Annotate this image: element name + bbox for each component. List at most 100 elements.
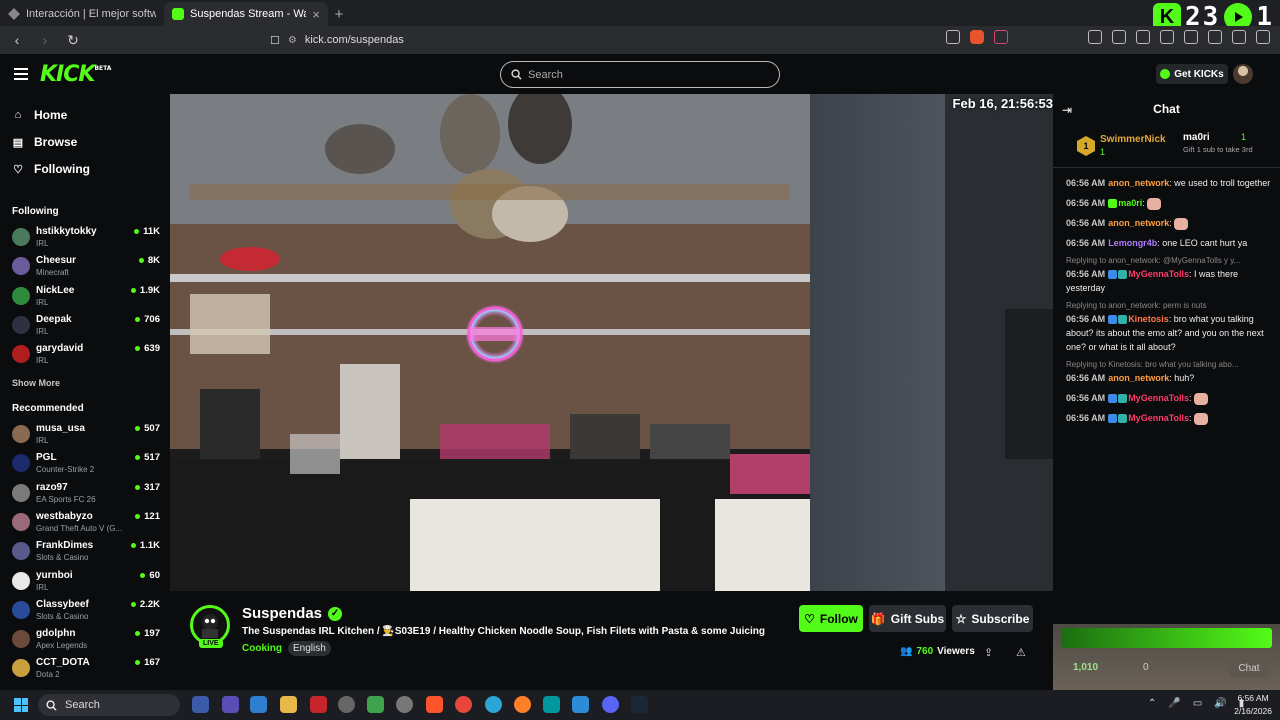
sidebar-item-following[interactable]: ♡ Following (12, 162, 90, 176)
message-username[interactable]: MyGennaTolls (1128, 413, 1189, 423)
show-more-link[interactable]: Show More (12, 378, 60, 388)
get-kicks-button[interactable]: Get KICKs (1156, 64, 1228, 84)
channel-avatar (12, 315, 30, 334)
live-dot-icon (135, 455, 141, 461)
music-icon[interactable] (1136, 30, 1150, 44)
brave-icon[interactable] (426, 696, 443, 713)
message-username[interactable]: Kinetosis (1128, 314, 1169, 324)
sidebar-channel-row[interactable]: garydavid IRL 639 (12, 341, 160, 369)
sidebar-icon[interactable] (1160, 30, 1174, 44)
message-username[interactable]: anon_network (1108, 178, 1169, 188)
remote-app-icon[interactable] (250, 696, 267, 713)
chrome-icon[interactable] (455, 696, 472, 713)
forward-icon[interactable]: › (36, 31, 54, 49)
url-field[interactable]: ☐ ⚙ kick.com/suspendas (270, 29, 990, 51)
language-tag[interactable]: English (288, 641, 331, 656)
microphone-icon[interactable]: 🎤 (1168, 698, 1180, 709)
video-player[interactable]: Feb 16, 21:56:53 (170, 94, 1053, 591)
sidebar-channel-row[interactable]: CCT_DOTA Dota 2 167 (12, 655, 160, 683)
share-icon[interactable] (946, 30, 960, 44)
live-dot-icon (135, 631, 141, 637)
firefox-icon[interactable] (514, 696, 531, 713)
chevron-up-icon[interactable]: ⌃ (1148, 698, 1156, 709)
user-avatar[interactable] (1233, 64, 1253, 84)
clock-app-icon[interactable] (338, 696, 355, 713)
sidebar-channel-row[interactable]: NickLee IRL 1.9K (12, 283, 160, 311)
close-tab-icon[interactable]: × (312, 7, 320, 22)
taskbar-search[interactable]: Search (38, 694, 180, 716)
message-username[interactable]: MyGennaTolls (1128, 269, 1189, 279)
message-username[interactable]: MyGennaTolls (1128, 393, 1189, 403)
category-link[interactable]: Cooking (242, 643, 282, 654)
share-icon[interactable]: ⇪ (984, 646, 993, 659)
windows-start-icon[interactable] (14, 698, 28, 712)
vpn-icon[interactable] (1232, 30, 1246, 44)
bookmark-icon[interactable]: ☐ (270, 34, 280, 47)
screenshot-icon[interactable] (1112, 30, 1126, 44)
vscode-icon[interactable] (572, 696, 589, 713)
reload-icon[interactable]: ↻ (64, 31, 82, 49)
wallet-icon[interactable] (1184, 30, 1198, 44)
site-info-icon[interactable]: ⚙ (288, 35, 297, 46)
browser-tab-1[interactable]: Interacción | El mejor software para p (0, 2, 164, 26)
send-chat-button[interactable]: Chat (1229, 658, 1269, 678)
sidebar-channel-row[interactable]: PGL Counter-Strike 2 517 (12, 450, 160, 478)
sidebar-channel-row[interactable]: gdolphn Apex Legends 197 (12, 626, 160, 654)
sidebar-channel-row[interactable]: westbabyzo Grand Theft Auto V (G... 121 (12, 509, 160, 537)
reply-context[interactable]: Replying to anon_network: @MyGennaTolls … (1066, 256, 1271, 265)
browser-tab-2[interactable]: Suspendas Stream - Watch Li × (164, 2, 328, 26)
teams-icon[interactable] (222, 696, 239, 713)
menu-icon[interactable] (1256, 30, 1270, 44)
arduino-icon[interactable] (543, 696, 560, 713)
gift-subs-button[interactable]: 🎁 Gift Subs (869, 605, 946, 632)
file-explorer-icon[interactable] (280, 696, 297, 713)
sidebar-channel-row[interactable]: Cheesur Minecraft 8K (12, 253, 160, 281)
hamburger-menu-icon[interactable] (14, 68, 28, 80)
sidebar-item-browse[interactable]: ▤ Browse (12, 135, 78, 149)
sidebar-channel-row[interactable]: hstikkytokky IRL 11K (12, 224, 160, 252)
sidebar-item-home[interactable]: ⌂ Home (12, 108, 68, 122)
gifter-badge-icon (1118, 394, 1128, 404)
message-username[interactable]: anon_network (1108, 218, 1169, 228)
leo-ai-icon[interactable] (1208, 30, 1222, 44)
extensions-icon[interactable] (1088, 30, 1102, 44)
obs-icon[interactable] (396, 696, 413, 713)
search-placeholder: Search (528, 68, 563, 81)
volume-icon[interactable]: 🔊 (1214, 698, 1226, 709)
discord-icon[interactable] (602, 696, 619, 713)
steam-icon[interactable] (631, 696, 648, 713)
url-text: kick.com/suspendas (304, 34, 404, 46)
channel-category: IRL (36, 239, 49, 248)
sidebar-channel-row[interactable]: Deepak IRL 706 (12, 312, 160, 340)
top-gifter-name[interactable]: SwimmerNick (1100, 134, 1166, 145)
message-username[interactable]: Lemongr4b (1108, 238, 1157, 248)
message-username[interactable]: anon_network (1108, 373, 1169, 383)
sidebar-channel-row[interactable]: musa_usa IRL 507 (12, 421, 160, 449)
report-icon[interactable]: ⚠ (1016, 646, 1026, 659)
clock[interactable]: 6:56 AM 2/16/2026 (1234, 692, 1272, 718)
reply-context[interactable]: Replying to Kinetosis: bro what you talk… (1066, 360, 1271, 369)
back-icon[interactable]: ‹ (8, 31, 26, 49)
brave-shield-icon[interactable] (970, 30, 984, 44)
kick-logo[interactable]: KICKBETA (40, 62, 111, 87)
sidebar-channel-row[interactable]: FrankDimes Slots & Casino 1.1K (12, 538, 160, 566)
network-icon[interactable]: ▭ (1193, 698, 1202, 709)
new-tab-button[interactable]: + (328, 2, 350, 26)
sidebar-channel-row[interactable]: yurnboi IRL 60 (12, 568, 160, 596)
edge-icon[interactable] (485, 696, 502, 713)
gifter-name[interactable]: ma0ri (1183, 132, 1210, 143)
sidebar-channel-row[interactable]: razo97 EA Sports FC 26 317 (12, 480, 160, 508)
chat-input[interactable] (1061, 628, 1272, 648)
sidebar-channel-row[interactable]: Classybeef Slots & Casino 2.2K (12, 597, 160, 625)
reply-context[interactable]: Replying to anon_network: perm is nuts (1066, 301, 1271, 310)
task-view-icon[interactable] (192, 696, 209, 713)
channel-points[interactable]: 1,010 (1073, 662, 1098, 673)
subscribe-button[interactable]: ☆ Subscribe (952, 605, 1033, 632)
streamer-name[interactable]: Suspendas ✓ (242, 605, 343, 622)
message-username[interactable]: ma0ri (1118, 198, 1142, 208)
chrome-beta-icon[interactable] (367, 696, 384, 713)
rewards-icon[interactable] (994, 30, 1008, 44)
follow-button[interactable]: ♡ Follow (799, 605, 863, 632)
media-app-icon[interactable] (310, 696, 327, 713)
search-input[interactable]: Search (500, 61, 780, 88)
